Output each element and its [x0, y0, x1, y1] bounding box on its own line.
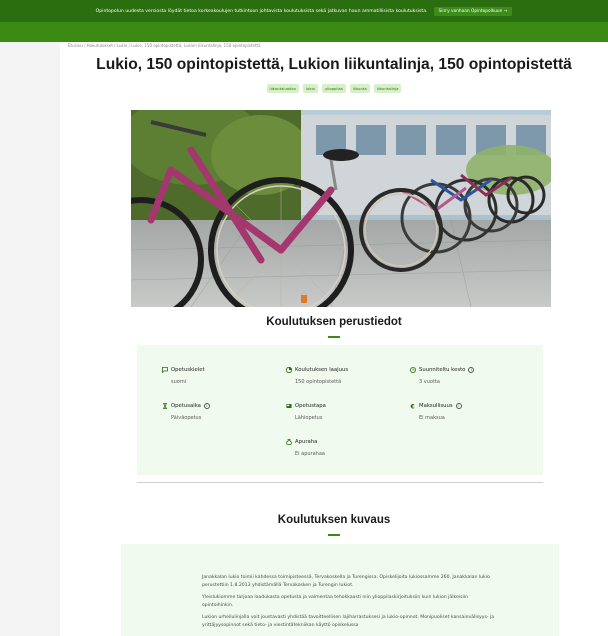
section-divider: [137, 482, 543, 483]
main-navbar: [0, 22, 608, 42]
info-value: Ei maksua: [419, 415, 445, 421]
tag[interactable]: lukio: [302, 84, 318, 93]
main-content: Etusivu / Hakutulokset / Lukio / Lukio, …: [60, 42, 608, 636]
info-label: Opetustapa: [295, 403, 326, 409]
info-value: Lähiopetus: [295, 415, 323, 421]
basic-info-panel: Opetuskielet suomi Koulutuksen laajuus 1…: [137, 345, 543, 475]
classroom-icon: [286, 404, 292, 408]
tag[interactable]: liikunta: [349, 84, 370, 93]
moneybag-icon: [286, 439, 292, 445]
info-label: Opetusaika: [171, 403, 201, 409]
description-paragraph: Janakkalan lukio toimii kahdessa toimipi…: [202, 575, 490, 588]
announcement-text: Opintopolun uudesta versiosta löydät tie…: [95, 8, 428, 14]
info-label: Opetuskielet: [171, 367, 205, 373]
hourglass-icon: [163, 403, 167, 409]
description-paragraph: Lukion urheilulinjalla voit joustavasti …: [202, 615, 495, 628]
info-value: 150 opintopistettä: [295, 379, 342, 385]
announcement-banner: Opintopolun uudesta versiosta löydät tie…: [0, 0, 608, 22]
info-grant: Apuraha Ei apurahaa: [286, 439, 396, 457]
tag[interactable]: liikuntalinja: [373, 84, 402, 93]
info-label: Koulutuksen laajuus: [295, 367, 349, 373]
info-value: 3 vuotta: [419, 379, 440, 385]
clock-icon: [410, 367, 416, 373]
page-title: Lukio, 150 opintopistettä, Lukion liikun…: [96, 56, 572, 73]
info-teaching-method: Opetustapa Lähiopetus: [286, 403, 396, 421]
basics-heading: Koulutuksen perustiedot: [266, 316, 402, 328]
heading-underline: [328, 336, 340, 338]
euro-icon: €: [410, 403, 415, 409]
description-text: Janakkalan lukio toimii kahdessa toimipi…: [202, 574, 498, 634]
info-label: Maksullisuus: [419, 403, 453, 409]
info-scope: Koulutuksen laajuus 150 opintopistettä: [286, 367, 396, 385]
info-value: Ei apurahaa: [295, 451, 325, 457]
hero-image-bicycles: [131, 110, 551, 307]
svg-text:€: €: [410, 403, 415, 409]
info-label: Suunniteltu kesto: [419, 367, 466, 373]
info-duration: Suunniteltu kesto i 3 vuotta: [410, 367, 520, 385]
heading-underline: [328, 534, 340, 536]
description-heading: Koulutuksen kuvaus: [277, 514, 391, 526]
breadcrumb[interactable]: Etusivu / Hakutulokset / Lukio / Lukio, …: [68, 43, 261, 48]
info-value: suomi: [171, 379, 187, 385]
info-label: Apuraha: [295, 439, 318, 445]
description-paragraph: Yleislukiomme tarjoaa laadukasta opetust…: [202, 595, 468, 608]
flag-icon: [162, 367, 168, 373]
info-value: Päiväopetus: [171, 415, 202, 421]
keyword-tags: liikuntaluokka lukio ylioppilas liikunta…: [60, 84, 608, 93]
info-icon[interactable]: i: [468, 367, 475, 373]
description-panel: Janakkalan lukio toimii kahdessa toimipi…: [121, 544, 559, 636]
info-teaching-time: Opetusaika i Päiväopetus: [162, 403, 272, 421]
info-language: Opetuskielet suomi: [162, 367, 272, 385]
tag[interactable]: ylioppilas: [321, 84, 346, 93]
tag[interactable]: liikuntaluokka: [266, 84, 299, 93]
info-fees: € Maksullisuus i Ei maksua: [410, 403, 520, 421]
info-icon[interactable]: i: [455, 403, 462, 409]
info-icon[interactable]: i: [203, 403, 210, 409]
pie-icon: [286, 367, 292, 373]
old-opintopolku-button[interactable]: Siirry vanhaan Opintopolkuun →: [433, 6, 513, 16]
